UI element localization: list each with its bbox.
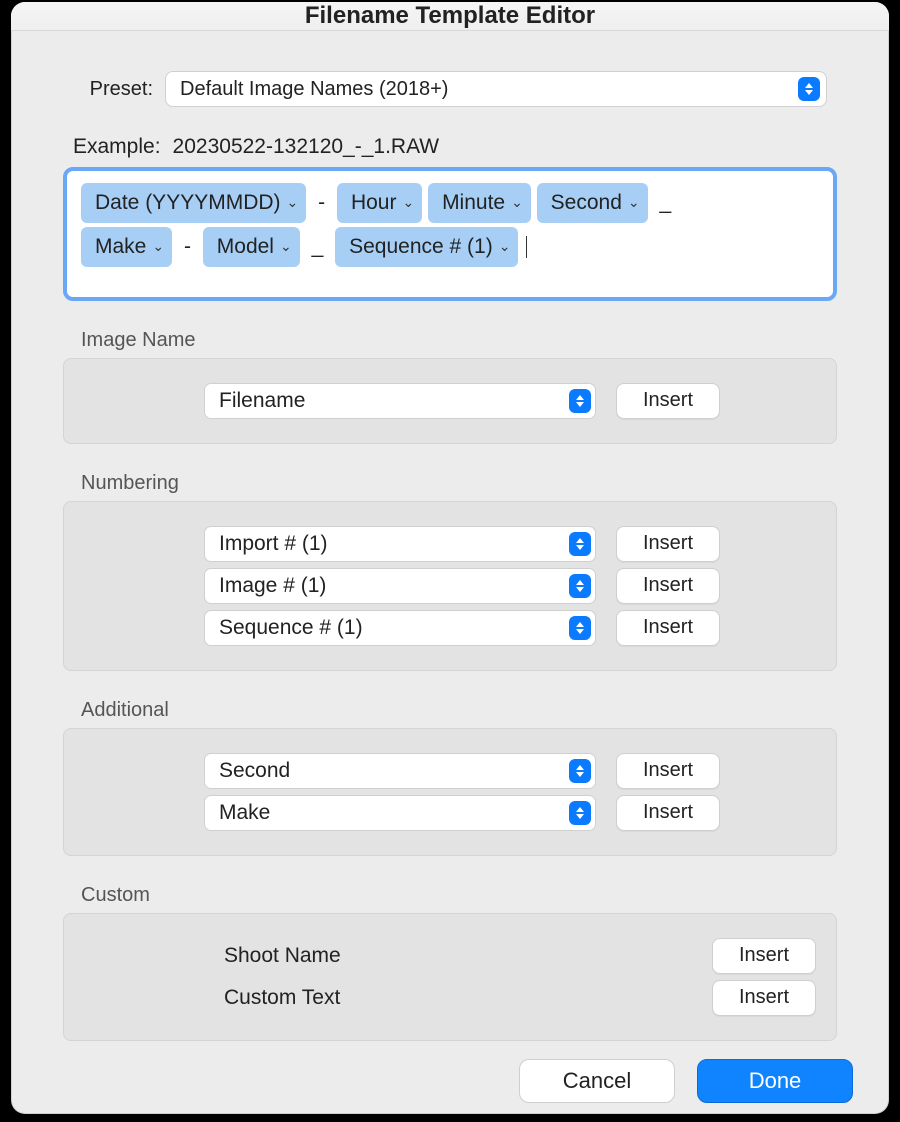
token-second[interactable]: Second⌄ xyxy=(537,183,648,223)
image-num-select[interactable]: Image # (1) xyxy=(204,568,596,604)
updown-icon xyxy=(569,759,591,783)
import-num-select[interactable]: Import # (1) xyxy=(204,526,596,562)
updown-icon xyxy=(798,77,820,101)
template-editor[interactable]: Date (YYYYMMDD)⌄ - Hour⌄ Minute⌄ Second⌄… xyxy=(63,167,837,301)
preset-row: Preset: Default Image Names (2018+) xyxy=(73,71,827,107)
separator: - xyxy=(178,235,197,258)
insert-button[interactable]: Insert xyxy=(616,753,720,789)
shoot-name-label: Shoot Name xyxy=(224,944,692,968)
separator: _ xyxy=(306,235,330,258)
row-shoot-name: Shoot Name Insert xyxy=(84,938,816,974)
chevron-down-icon: ⌄ xyxy=(402,190,414,215)
insert-button[interactable]: Insert xyxy=(616,383,720,419)
chevron-down-icon: ⌄ xyxy=(628,190,640,215)
insert-button[interactable]: Insert xyxy=(712,938,816,974)
row-sequence-num: Sequence # (1) Insert xyxy=(84,610,816,646)
preset-value: Default Image Names (2018+) xyxy=(180,78,448,101)
insert-button[interactable]: Insert xyxy=(616,610,720,646)
preset-select[interactable]: Default Image Names (2018+) xyxy=(165,71,827,107)
done-button[interactable]: Done xyxy=(697,1059,853,1103)
updown-icon xyxy=(569,801,591,825)
example-label: Example: xyxy=(73,135,161,159)
insert-button[interactable]: Insert xyxy=(616,795,720,831)
insert-button[interactable]: Insert xyxy=(712,980,816,1016)
section-title-image-name: Image Name xyxy=(81,329,863,352)
insert-button[interactable]: Insert xyxy=(616,568,720,604)
section-image-name: Filename Insert xyxy=(63,358,837,444)
row-filename: Filename Insert xyxy=(84,383,816,419)
custom-text-label: Custom Text xyxy=(224,986,692,1010)
updown-icon xyxy=(569,574,591,598)
token-make[interactable]: Make⌄ xyxy=(81,227,172,267)
section-title-additional: Additional xyxy=(81,699,863,722)
row-additional-1: Second Insert xyxy=(84,753,816,789)
token-minute[interactable]: Minute⌄ xyxy=(428,183,531,223)
token-model[interactable]: Model⌄ xyxy=(203,227,300,267)
filename-select[interactable]: Filename xyxy=(204,383,596,419)
chevron-down-icon: ⌄ xyxy=(499,234,511,259)
sequence-num-select[interactable]: Sequence # (1) xyxy=(204,610,596,646)
token-date[interactable]: Date (YYYYMMDD)⌄ xyxy=(81,183,306,223)
dialog-title: Filename Template Editor xyxy=(11,2,889,31)
separator: _ xyxy=(653,191,677,214)
dialog-window: Filename Template Editor Preset: Default… xyxy=(11,2,889,1114)
token-sequence[interactable]: Sequence # (1)⌄ xyxy=(335,227,518,267)
chevron-down-icon: ⌄ xyxy=(511,190,523,215)
text-cursor xyxy=(526,236,527,258)
dialog-footer: Cancel Done xyxy=(37,1041,863,1103)
insert-button[interactable]: Insert xyxy=(616,526,720,562)
chevron-down-icon: ⌄ xyxy=(280,234,292,259)
token-hour[interactable]: Hour⌄ xyxy=(337,183,422,223)
section-title-numbering: Numbering xyxy=(81,472,863,495)
dialog-content: Preset: Default Image Names (2018+) Exam… xyxy=(11,31,889,1114)
section-numbering: Import # (1) Insert Image # (1) Insert S… xyxy=(63,501,837,671)
example-value: 20230522-132120_-_1.RAW xyxy=(173,135,440,159)
row-import-num: Import # (1) Insert xyxy=(84,526,816,562)
row-additional-2: Make Insert xyxy=(84,795,816,831)
additional-select-2[interactable]: Make xyxy=(204,795,596,831)
updown-icon xyxy=(569,532,591,556)
section-title-custom: Custom xyxy=(81,884,863,907)
preset-label: Preset: xyxy=(73,78,153,101)
section-custom: Shoot Name Insert Custom Text Insert xyxy=(63,913,837,1041)
updown-icon xyxy=(569,389,591,413)
updown-icon xyxy=(569,616,591,640)
chevron-down-icon: ⌄ xyxy=(287,190,299,215)
row-image-num: Image # (1) Insert xyxy=(84,568,816,604)
section-additional: Second Insert Make Insert xyxy=(63,728,837,856)
chevron-down-icon: ⌄ xyxy=(152,234,164,259)
row-custom-text: Custom Text Insert xyxy=(84,980,816,1016)
separator: - xyxy=(312,191,331,214)
cancel-button[interactable]: Cancel xyxy=(519,1059,675,1103)
additional-select-1[interactable]: Second xyxy=(204,753,596,789)
example-row: Example: 20230522-132120_-_1.RAW xyxy=(73,135,827,159)
